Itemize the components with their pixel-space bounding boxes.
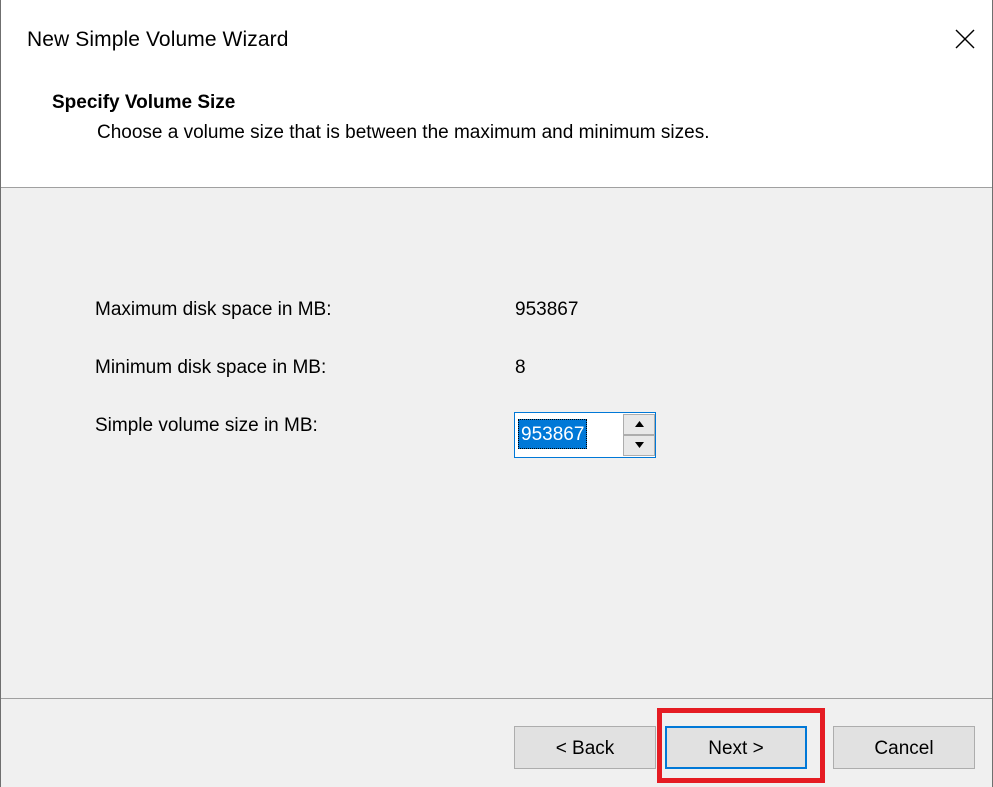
min-space-value: 8 xyxy=(515,357,526,378)
volume-size-stepper[interactable]: 953867 xyxy=(514,412,656,458)
stepper-up-button[interactable] xyxy=(623,414,655,435)
volume-size-label: Simple volume size in MB: xyxy=(95,415,318,436)
volume-size-input[interactable]: 953867 xyxy=(518,419,588,449)
wizard-footer: < Back Next > Cancel xyxy=(1,699,992,787)
wizard-header: Specify Volume Size Choose a volume size… xyxy=(1,80,992,188)
close-icon xyxy=(955,29,975,49)
page-title: Specify Volume Size xyxy=(52,92,236,113)
window-title: New Simple Volume Wizard xyxy=(27,28,289,51)
max-space-value: 953867 xyxy=(515,299,579,320)
wizard-window: New Simple Volume Wizard Specify Volume … xyxy=(0,0,993,787)
arrow-down-icon xyxy=(635,442,644,448)
max-space-label: Maximum disk space in MB: xyxy=(95,299,332,320)
arrow-up-icon xyxy=(635,421,644,427)
min-space-label: Minimum disk space in MB: xyxy=(95,357,327,378)
cancel-button[interactable]: Cancel xyxy=(833,726,975,769)
title-bar: New Simple Volume Wizard xyxy=(1,0,992,80)
back-button[interactable]: < Back xyxy=(514,726,656,769)
next-button[interactable]: Next > xyxy=(665,726,807,769)
wizard-content: Maximum disk space in MB: 953867 Minimum… xyxy=(1,188,992,698)
close-button[interactable] xyxy=(945,20,985,58)
page-subtitle: Choose a volume size that is between the… xyxy=(97,122,710,143)
stepper-down-button[interactable] xyxy=(623,435,655,456)
